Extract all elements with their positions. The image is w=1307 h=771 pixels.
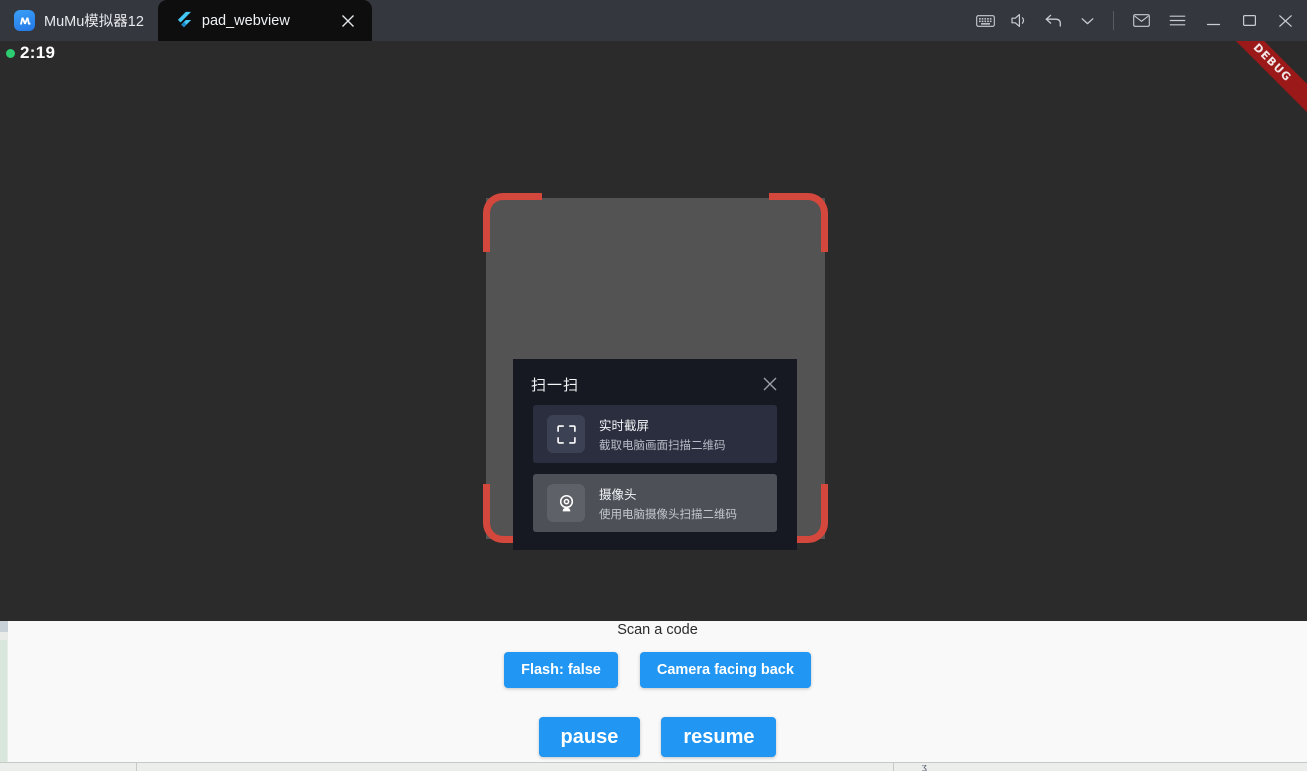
mail-icon[interactable]	[1123, 0, 1159, 41]
scan-dialog-header: 扫一扫	[513, 359, 797, 405]
close-icon[interactable]	[759, 373, 781, 395]
webcam-icon	[547, 484, 585, 522]
scan-option-title: 实时截屏	[599, 419, 650, 433]
status-time: 2:19	[20, 43, 56, 62]
transport-button-row: pause resume	[8, 717, 1307, 757]
scan-option-subtitle: 截取电脑画面扫描二维码	[599, 440, 726, 452]
debug-banner: DEBUG	[1211, 41, 1307, 124]
pause-button[interactable]: pause	[538, 717, 641, 757]
brand: MuMu模拟器12	[0, 0, 158, 41]
scan-dialog-title: 扫一扫	[531, 376, 580, 394]
minimize-icon[interactable]	[1195, 0, 1231, 41]
back-icon[interactable]	[1036, 0, 1070, 41]
chevron-down-icon[interactable]	[1070, 0, 1104, 41]
viewfinder-corner-top-right	[769, 193, 828, 252]
title-bar: MuMu模拟器12 pad_webview	[0, 0, 1307, 41]
brand-label: MuMu模拟器12	[44, 14, 144, 30]
mumu-logo-icon	[14, 10, 35, 31]
status-bar: 2:19	[0, 41, 55, 65]
title-bar-spacer	[372, 0, 968, 41]
scan-option-subtitle: 使用电脑摄像头扫描二维码	[599, 509, 737, 521]
flash-toggle-button[interactable]: Flash: false	[504, 652, 618, 688]
keyboard-icon[interactable]	[968, 0, 1002, 41]
background-window-bottom-edge: ʓ	[0, 761, 1307, 771]
close-icon[interactable]	[1267, 0, 1303, 41]
scan-source-dialog: 扫一扫 实时截屏 截取电脑画面扫描二维码 摄像头 使用电脑摄像头扫描二维码	[513, 359, 797, 550]
scan-option-text: 实时截屏 截取电脑画面扫描二维码	[599, 415, 726, 453]
tab-strip: pad_webview	[157, 0, 372, 41]
panel-caption: Scan a code	[617, 622, 698, 638]
scan-option-text: 摄像头 使用电脑摄像头扫描二维码	[599, 484, 737, 522]
camera-facing-button[interactable]: Camera facing back	[639, 652, 811, 688]
scan-option-live-screenshot[interactable]: 实时截屏 截取电脑画面扫描二维码	[533, 405, 777, 463]
title-bar-tools	[968, 0, 1307, 41]
background-window-glyph: ʓ	[922, 761, 927, 771]
record-dot-icon	[6, 48, 15, 58]
volume-icon[interactable]	[1002, 0, 1036, 41]
scan-option-title: 摄像头	[599, 488, 637, 502]
tab-close-icon[interactable]	[337, 10, 359, 32]
menu-icon[interactable]	[1159, 0, 1195, 41]
tab-pad-webview[interactable]: pad_webview	[157, 0, 372, 41]
background-window-left-green-strip	[0, 640, 7, 771]
tab-label: pad_webview	[201, 12, 290, 29]
mumu-emulator-window: MuMu模拟器12 pad_webview 2:19 DEBUG 扫一扫 实时截…	[0, 0, 1307, 771]
toggle-button-row: Flash: false Camera facing back	[8, 652, 1307, 688]
scan-option-webcam[interactable]: 摄像头 使用电脑摄像头扫描二维码	[533, 474, 777, 532]
flutter-logo-icon	[177, 11, 191, 28]
scanner-controls-panel: Scan a code Flash: false Camera facing b…	[8, 621, 1307, 762]
maximize-icon[interactable]	[1231, 0, 1267, 41]
emulator-screen: 2:19 DEBUG 扫一扫 实时截屏 截取电脑画面扫描二维码 摄像头 使用电脑…	[0, 41, 1307, 621]
scan-frame-icon	[547, 415, 585, 453]
viewfinder-corner-top-left	[483, 193, 542, 252]
resume-button[interactable]: resume	[661, 717, 777, 757]
toolbar-divider	[1113, 11, 1114, 30]
